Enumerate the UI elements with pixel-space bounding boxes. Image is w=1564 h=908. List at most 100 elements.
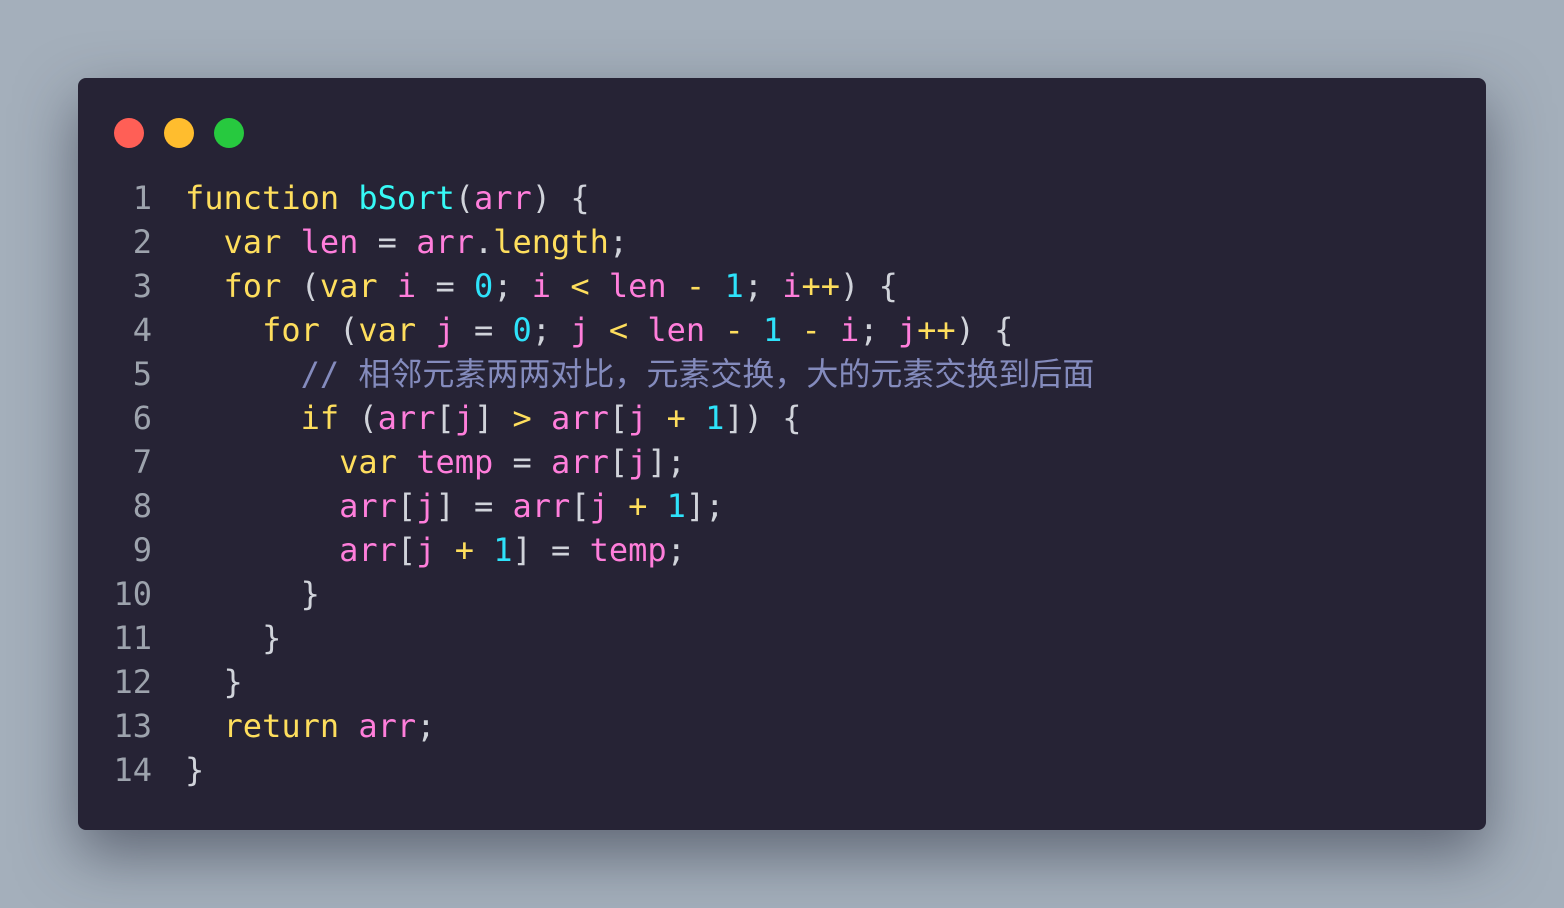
code-token: = [416,267,474,305]
code-token: ) { [955,311,1014,349]
code-token: j [570,311,590,349]
close-button[interactable] [114,118,144,148]
code-token: } [185,751,205,789]
code-token: ; [743,267,783,305]
code-token: arr [551,399,609,437]
code-token: ] [473,399,513,437]
code-line: 12 } [78,660,1486,704]
code-token: ; [859,311,898,349]
code-token: < [608,311,629,349]
code-text: for (var i = 0; i < len - 1; i++) { [185,264,898,308]
code-token: arr [339,487,397,525]
code-token: ( [319,311,359,349]
code-token: function [185,179,340,217]
code-line: 11 } [78,616,1486,660]
code-line: 9 arr[j + 1] = temp; [78,528,1486,572]
code-token: = [454,311,513,349]
code-line: 10 } [78,572,1486,616]
code-line: 6 if (arr[j] > arr[j + 1]) { [78,396,1486,440]
code-token: i [531,267,552,305]
code-token: + [666,399,686,437]
code-token: temp [589,531,667,569]
code-token: arr [377,399,436,437]
code-token: = [493,443,552,481]
line-number: 1 [132,179,152,217]
code-token: ; [608,223,629,261]
code-token: ; [666,531,686,569]
line-number: 6 [132,399,152,437]
code-token: var [358,311,417,349]
code-token: [ [396,531,417,569]
code-token: var [319,267,378,305]
code-token: ( [339,399,378,437]
code-token: j [416,487,436,525]
code-token: temp [416,443,494,481]
code-token: var [223,223,282,261]
code-token: if [300,399,340,437]
code-token: j [454,399,474,437]
code-token: ) { [840,267,898,305]
code-line: 5 // 相邻元素两两对比，元素交换，大的元素交换到后面 [78,352,1486,396]
code-token: 1 [666,487,686,525]
code-token: ] = [435,487,513,525]
code-token: arr [512,487,571,525]
code-text: } [185,748,204,792]
code-token: arr [339,531,397,569]
code-text: } [185,572,320,616]
line-number: 8 [132,487,152,525]
code-token: j [435,311,455,349]
line-number: 11 [113,619,152,657]
code-token: 1 [705,399,725,437]
code-text: } [185,660,243,704]
code-token: arr [551,443,609,481]
code-text: } [185,616,281,660]
code-token: arr [358,707,417,745]
code-token: len [647,311,706,349]
line-number: 13 [113,707,152,745]
code-token: length [493,223,609,261]
line-number: 5 [132,355,152,393]
code-token: ; [416,707,436,745]
code-token: . [473,223,494,261]
minimize-button[interactable] [164,118,194,148]
code-token: - [801,311,821,349]
code-token: ]; [685,487,725,525]
code-token: j [628,399,648,437]
window-controls [114,118,244,148]
code-text: return arr; [185,704,436,748]
code-line: 7 var temp = arr[j]; [78,440,1486,484]
code-line: 1 function bSort(arr) { [78,176,1486,220]
code-token: 1 [493,531,513,569]
code-token: j [897,311,918,349]
code-token: ]; [647,443,686,481]
code-token: ++ [801,267,841,305]
code-token: ; [493,267,532,305]
code-text: var len = arr.length; [185,220,629,264]
maximize-button[interactable] [214,118,244,148]
code-token: len [300,223,359,261]
code-token: + [628,487,648,525]
line-number: 7 [132,443,152,481]
code-line: 3 for (var i = 0; i < len - 1; i++) { [78,264,1486,308]
line-number: 10 [113,575,152,613]
code-comment: // 相邻元素两两对比，元素交换，大的元素交换到后面 [300,355,1095,393]
code-text: for (var j = 0; j < len - 1 - i; j++) { [185,308,1013,352]
